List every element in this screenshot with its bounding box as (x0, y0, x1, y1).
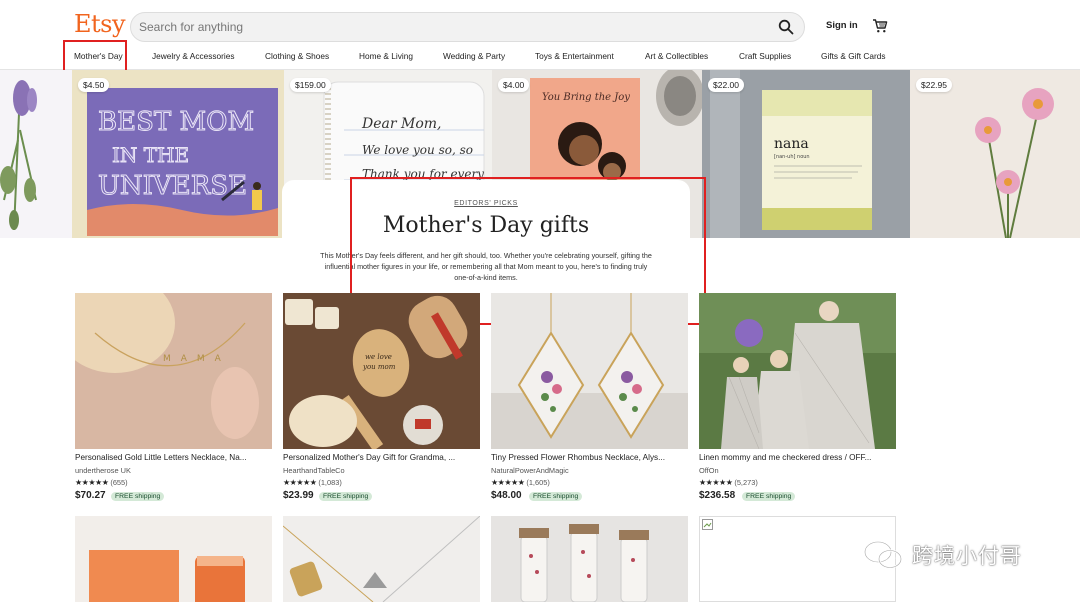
best-mom-art-line1: BEST MOM (98, 107, 254, 137)
nana-candle-art: nana [nan-uh] noun (702, 70, 910, 238)
review-count: (1,083) (318, 478, 342, 487)
price-pill: $4.50 (78, 78, 110, 92)
spoon-text-line2: you mom (362, 363, 396, 371)
nav-art-collectibles[interactable]: Art & Collectibles (645, 51, 708, 61)
product-image[interactable] (491, 293, 688, 449)
candle-label-sub: [nan-uh] noun (774, 154, 810, 160)
broken-image-icon (702, 519, 713, 530)
product-image-row2-gold-pendant[interactable] (283, 516, 480, 602)
product-price: $236.58 (699, 490, 736, 501)
search-bar[interactable] (130, 12, 805, 42)
review-count: (1,605) (526, 478, 550, 487)
product-rating: ★★★★★ (5,273) (699, 478, 758, 487)
shop-name[interactable]: HearthandTableCo (283, 466, 345, 475)
price-pill: $159.00 (290, 78, 331, 92)
product-rating: ★★★★★ (1,605) (491, 478, 550, 487)
nav-clothing-shoes[interactable]: Clothing & Shoes (265, 51, 329, 61)
nav-toys-entertainment[interactable]: Toys & Entertainment (535, 51, 614, 61)
free-shipping-badge: FREE shipping (742, 492, 796, 501)
sign-in-link[interactable]: Sign in (826, 20, 858, 31)
free-shipping-badge: FREE shipping (111, 492, 165, 501)
product-title[interactable]: Personalized Mother's Day Gift for Grand… (283, 453, 480, 462)
product-price: $70.27 (75, 490, 106, 501)
watermark-text: 跨境小付哥 (912, 544, 1022, 568)
necklace-letters: MAMA (163, 354, 231, 364)
shop-name[interactable]: NaturalPowerAndMagic (491, 466, 569, 475)
review-count: (5,273) (734, 478, 758, 487)
review-count: (655) (110, 478, 128, 487)
nav-gifts-gift-cards[interactable]: Gifts & Gift Cards (821, 51, 886, 61)
free-shipping-badge: FREE shipping (319, 492, 373, 501)
pillow-art-line1: Dear Mom, (361, 116, 442, 132)
candle-label-name: nana (774, 136, 809, 152)
price-pill: $22.00 (708, 78, 744, 92)
orange-gift-box-photo (89, 550, 245, 602)
gold-pendant-photo (283, 516, 480, 602)
site-header: Etsy Sign in Mother's Day Jewelry & Acce… (0, 0, 1080, 70)
product-image[interactable]: we love you mom (283, 293, 480, 449)
product-title[interactable]: Personalised Gold Little Letters Necklac… (75, 453, 272, 462)
hero-item-flowers[interactable]: $22.95 (910, 70, 1080, 238)
linen-dress-photo (699, 293, 896, 449)
product-rating: ★★★★★ (655) (75, 478, 128, 487)
star-rating-icon: ★★★★★ (75, 478, 109, 487)
cart-icon[interactable] (872, 18, 888, 34)
hero-lavender-image[interactable] (0, 70, 72, 238)
product-title[interactable]: Linen mommy and me checkered dress / OFF… (699, 453, 896, 462)
wechat-watermark: 跨境小付哥 (862, 538, 1062, 569)
wechat-logo-icon (863, 540, 903, 569)
product-image-row2-bath-salts[interactable] (491, 516, 688, 602)
spoon-text-line1: we love (365, 353, 392, 361)
category-nav: Mother's Day Jewelry & Accessories Cloth… (0, 48, 1080, 66)
star-rating-icon: ★★★★★ (699, 478, 733, 487)
product-rating: ★★★★★ (1,083) (283, 478, 342, 487)
best-mom-art-line2: IN THE (112, 143, 189, 167)
price-pill: $4.00 (498, 78, 530, 92)
search-input[interactable] (139, 17, 759, 37)
nav-wedding-party[interactable]: Wedding & Party (443, 51, 505, 61)
nav-jewelry-accessories[interactable]: Jewelry & Accessories (152, 51, 235, 61)
etsy-logo[interactable]: Etsy (74, 10, 126, 38)
star-rating-icon: ★★★★★ (283, 478, 317, 487)
shop-name[interactable]: OffOn (699, 466, 719, 475)
search-icon[interactable] (778, 19, 794, 35)
pillow-art-line2: We love you so, so (362, 143, 473, 157)
product-image-row2-orange-box[interactable] (75, 516, 272, 602)
product-image[interactable]: MAMA (75, 293, 272, 449)
star-rating-icon: ★★★★★ (491, 478, 525, 487)
wooden-spoon-photo: we love you mom (283, 293, 480, 449)
price-pill: $22.95 (916, 78, 952, 92)
bath-salt-bottles-photo (519, 524, 649, 602)
product-title[interactable]: Tiny Pressed Flower Rhombus Necklace, Al… (491, 453, 688, 462)
daisy-flowers-art (975, 88, 1054, 238)
shop-name[interactable]: undertherose UK (75, 466, 131, 475)
joy-card-text: You Bring the Joy (542, 92, 630, 103)
lavender-illustration (0, 80, 37, 231)
nav-craft-supplies[interactable]: Craft Supplies (739, 51, 791, 61)
best-mom-card-art: BEST MOM IN THE UNIVERSE (87, 88, 278, 236)
nav-home-living[interactable]: Home & Living (359, 51, 413, 61)
necklace-photo: MAMA (75, 293, 272, 449)
hero-item-card-best-mom[interactable]: BEST MOM IN THE UNIVERSE $4.50 (72, 70, 284, 238)
mothers-day-highlight-box (63, 40, 127, 73)
product-price: $48.00 (491, 490, 522, 501)
product-price: $23.99 (283, 490, 314, 501)
free-shipping-badge: FREE shipping (529, 492, 583, 501)
product-image[interactable] (699, 293, 896, 449)
pressed-flower-necklace-photo (491, 293, 688, 449)
hero-item-candle[interactable]: nana [nan-uh] noun $22.00 (702, 70, 910, 238)
